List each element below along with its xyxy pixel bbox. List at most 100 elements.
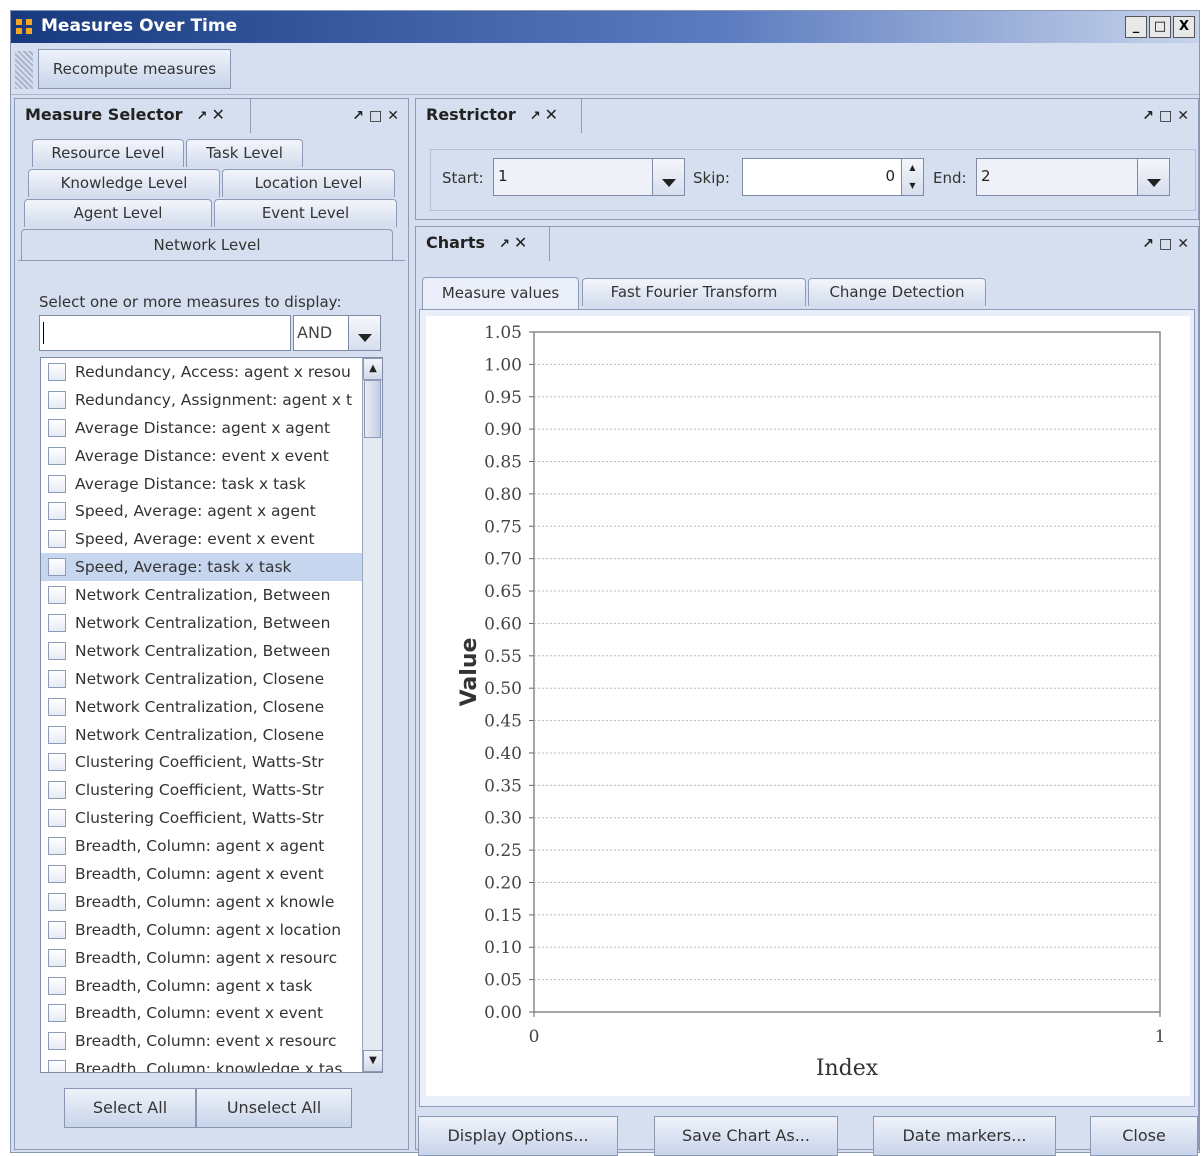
scroll-up-button[interactable]: ▲ (363, 358, 382, 380)
measure-search-input[interactable] (39, 315, 291, 351)
list-item[interactable]: Breadth, Column: event x resourc (41, 1027, 382, 1055)
list-item[interactable]: Network Centralization, Between (41, 609, 382, 637)
checkbox[interactable] (48, 753, 66, 772)
checkbox[interactable] (48, 641, 66, 660)
maximize-button[interactable]: □ (1149, 16, 1171, 38)
tab-change-detection[interactable]: Change Detection (808, 278, 986, 306)
list-item[interactable]: Network Centralization, Between (41, 581, 382, 609)
list-item[interactable]: Redundancy, Assignment: agent x t (41, 386, 382, 414)
end-select[interactable]: 2 (976, 158, 1138, 196)
checkbox[interactable] (48, 809, 66, 828)
date-markers-button[interactable]: Date markers... (873, 1116, 1056, 1156)
close-tab-icon[interactable]: ✕ (545, 105, 558, 124)
start-select[interactable]: 1 (493, 158, 653, 196)
checkbox[interactable] (48, 669, 66, 688)
list-item[interactable]: Speed, Average: task x task (41, 553, 382, 582)
tab-resource-level[interactable]: Resource Level (32, 139, 184, 167)
close-tab-icon[interactable]: ✕ (211, 105, 224, 124)
list-item[interactable]: Clustering Coefficient, Watts-Str (41, 748, 382, 776)
checkbox[interactable] (48, 1060, 66, 1072)
skip-spinner-buttons[interactable]: ▲ ▼ (901, 158, 924, 196)
minimize-button[interactable]: _ (1125, 16, 1147, 38)
pin-icon[interactable]: ↗ (197, 109, 208, 124)
close-tab-icon[interactable]: ✕ (514, 233, 527, 252)
list-item[interactable]: Network Centralization, Closene (41, 693, 382, 721)
tab-network-level[interactable]: Network Level (21, 229, 393, 261)
list-item[interactable]: Average Distance: agent x agent (41, 414, 382, 442)
checkbox[interactable] (48, 976, 66, 995)
toolbar-grip-icon[interactable] (15, 51, 33, 89)
checkbox[interactable] (48, 781, 66, 800)
checkbox[interactable] (48, 390, 66, 409)
list-item[interactable]: Clustering Coefficient, Watts-Str (41, 776, 382, 804)
save-chart-as-button[interactable]: Save Chart As... (654, 1116, 838, 1156)
tab-knowledge-level[interactable]: Knowledge Level (28, 169, 220, 197)
start-dropdown-button[interactable] (652, 158, 685, 196)
close-window-button[interactable]: X (1173, 16, 1195, 38)
tab-location-level[interactable]: Location Level (222, 169, 395, 197)
checkbox[interactable] (48, 892, 66, 911)
checkbox[interactable] (48, 864, 66, 883)
tab-fast-fourier-transform[interactable]: Fast Fourier Transform (582, 278, 806, 306)
checkbox[interactable] (48, 837, 66, 856)
list-item[interactable]: Network Centralization, Closene (41, 721, 382, 749)
checkbox[interactable] (48, 586, 66, 605)
checkbox[interactable] (48, 558, 66, 577)
list-item[interactable]: Clustering Coefficient, Watts-Str (41, 804, 382, 832)
list-item[interactable]: Breadth, Column: agent x task (41, 972, 382, 1000)
list-item[interactable]: Average Distance: task x task (41, 470, 382, 498)
tab-measure-values[interactable]: Measure values (422, 277, 579, 309)
skip-spinner[interactable]: 0 (742, 158, 902, 196)
scroll-thumb[interactable] (364, 380, 381, 438)
list-item[interactable]: Breadth, Column: agent x event (41, 860, 382, 888)
list-item[interactable]: Breadth, Column: agent x knowle (41, 888, 382, 916)
list-item[interactable]: Breadth, Column: agent x resourc (41, 944, 382, 972)
recompute-measures-button[interactable]: Recompute measures (38, 49, 231, 89)
list-item[interactable]: Breadth, Column: agent x location (41, 916, 382, 944)
display-options-button[interactable]: Display Options... (418, 1116, 618, 1156)
measure-list[interactable]: Redundancy, Access: agent x resou Redunda… (40, 357, 383, 1073)
panel-controls[interactable]: ↗□✕ (352, 108, 404, 124)
pin-icon[interactable]: ↗ (530, 109, 541, 124)
checkbox[interactable] (48, 1004, 66, 1023)
select-all-button[interactable]: Select All (64, 1088, 196, 1128)
list-item[interactable]: Network Centralization, Closene (41, 665, 382, 693)
checkbox[interactable] (48, 725, 66, 744)
checkbox[interactable] (48, 446, 66, 465)
list-scrollbar[interactable]: ▲ ▼ (362, 358, 382, 1072)
list-item[interactable]: Speed, Average: event x event (41, 525, 382, 553)
tab-agent-level[interactable]: Agent Level (24, 199, 212, 227)
list-item[interactable]: Breadth, Column: knowledge x tas (41, 1055, 382, 1072)
operator-dropdown-button[interactable] (348, 315, 381, 351)
checkbox[interactable] (48, 362, 66, 381)
unselect-all-button[interactable]: Unselect All (196, 1088, 352, 1128)
end-dropdown-button[interactable] (1137, 158, 1170, 196)
operator-select[interactable]: AND (293, 315, 349, 351)
close-button[interactable]: Close (1090, 1116, 1198, 1156)
checkbox[interactable] (48, 920, 66, 939)
list-item[interactable]: Redundancy, Access: agent x resou (41, 358, 382, 386)
measure-selector-tab[interactable]: Measure Selector ↗ ✕ (15, 99, 251, 133)
checkbox[interactable] (48, 948, 66, 967)
tab-event-level[interactable]: Event Level (214, 199, 397, 227)
pin-icon[interactable]: ↗ (499, 237, 510, 252)
checkbox[interactable] (48, 418, 66, 437)
list-item[interactable]: Speed, Average: agent x agent (41, 497, 382, 525)
list-item[interactable]: Breadth, Column: event x event (41, 999, 382, 1027)
panel-controls[interactable]: ↗□✕ (1142, 236, 1194, 252)
scroll-down-button[interactable]: ▼ (363, 1050, 382, 1072)
checkbox[interactable] (48, 474, 66, 493)
checkbox[interactable] (48, 530, 66, 549)
list-item[interactable]: Breadth, Column: agent x agent (41, 832, 382, 860)
checkbox[interactable] (48, 1032, 66, 1051)
checkbox[interactable] (48, 502, 66, 521)
checkbox[interactable] (48, 697, 66, 716)
list-item[interactable]: Network Centralization, Between (41, 637, 382, 665)
checkbox[interactable] (48, 613, 66, 632)
list-item-label: Breadth, Column: agent x location (75, 920, 342, 939)
list-item[interactable]: Average Distance: event x event (41, 442, 382, 470)
charts-tab[interactable]: Charts ↗ ✕ (416, 227, 550, 261)
tab-task-level[interactable]: Task Level (186, 139, 303, 167)
panel-controls[interactable]: ↗□✕ (1142, 108, 1194, 124)
restrictor-tab[interactable]: Restrictor ↗ ✕ (416, 99, 582, 133)
